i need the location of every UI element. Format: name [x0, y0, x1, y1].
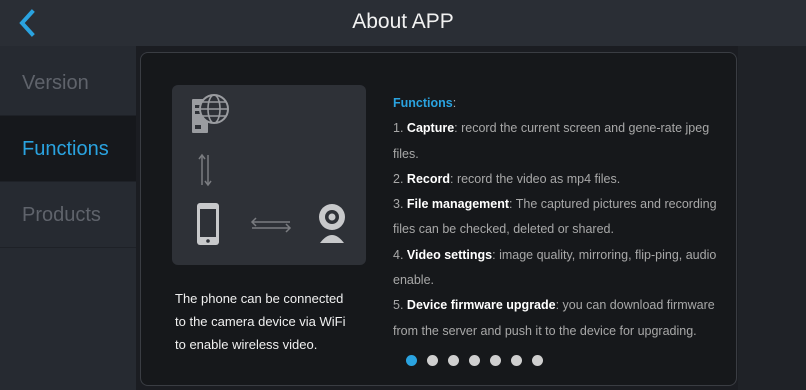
- server-globe-icon: [192, 94, 229, 133]
- page-dot[interactable]: [532, 355, 543, 366]
- page-dot[interactable]: [490, 355, 501, 366]
- connection-description: The phone can be connected to the camera…: [175, 287, 375, 356]
- description-line: to the camera device via WiFi: [175, 314, 346, 329]
- connection-illustration: [172, 85, 366, 265]
- functions-heading: Functions:: [393, 96, 457, 110]
- sidebar-item-products[interactable]: Products: [0, 182, 136, 248]
- sidebar-item-functions[interactable]: Functions: [0, 116, 136, 182]
- sidebar-item-version[interactable]: Version: [0, 50, 136, 116]
- page-title: About APP: [352, 10, 454, 33]
- top-bar: About APP: [0, 0, 806, 46]
- page-dot[interactable]: [427, 355, 438, 366]
- sidebar: Version Functions Products: [0, 46, 136, 390]
- camera-icon: [319, 204, 345, 243]
- page-dot[interactable]: [469, 355, 480, 366]
- page-dot[interactable]: [448, 355, 459, 366]
- page-indicator: [406, 355, 543, 367]
- function-item-firmware-upgrade: 5. Device firmware upgrade: you can down…: [393, 298, 715, 338]
- function-item-file-management: 3. File management: The captured picture…: [393, 197, 717, 237]
- transfer-arrows-icon: [198, 153, 212, 187]
- function-item-capture: 1. Capture: record the current screen an…: [393, 121, 710, 161]
- description-line: to enable wireless video.: [175, 337, 318, 352]
- description-line: The phone can be connected: [175, 291, 344, 306]
- right-panel: [738, 46, 806, 390]
- functions-list: Functions: 1. Capture: record the curren…: [393, 91, 728, 344]
- page-dot[interactable]: [511, 355, 522, 366]
- functions-card: The phone can be connected to the camera…: [140, 52, 737, 386]
- function-item-record: 2. Record: record the video as mp4 files…: [393, 171, 621, 186]
- function-item-video-settings: 4. Video settings: image quality, mirror…: [393, 247, 717, 288]
- page-dot[interactable]: [406, 355, 417, 366]
- phone-icon: [197, 203, 219, 245]
